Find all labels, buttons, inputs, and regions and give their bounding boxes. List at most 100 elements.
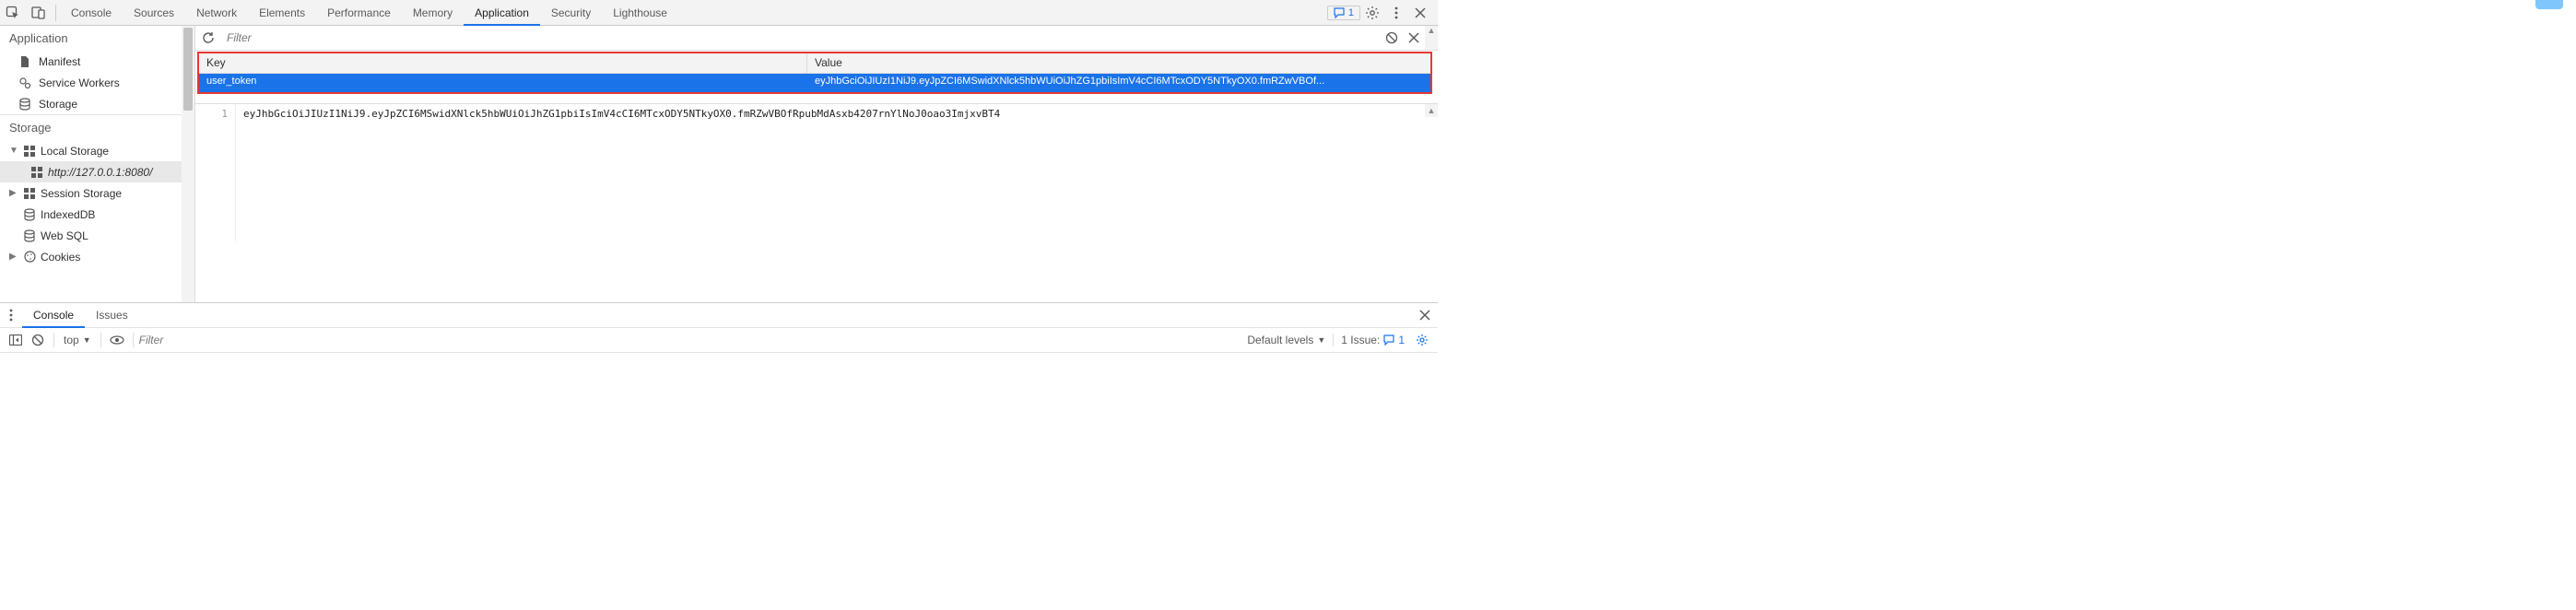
- devtools-tab-bar: Console Sources Network Elements Perform…: [0, 0, 1438, 26]
- cookie-icon: [22, 251, 37, 263]
- tab-console[interactable]: Console: [60, 0, 123, 26]
- sidebar-item-service-workers[interactable]: Service Workers: [0, 72, 194, 93]
- sidebar-section-storage: Storage: [0, 115, 194, 140]
- content-scrollbar-top[interactable]: ▲: [1425, 26, 1438, 50]
- caret-down-icon: ▼: [9, 146, 18, 156]
- execution-context-selector[interactable]: top ▼: [60, 334, 95, 346]
- divider: [100, 333, 101, 347]
- storage-toolbar: ▲: [195, 26, 1438, 51]
- log-levels-selector[interactable]: Default levels ▼: [1247, 334, 1325, 346]
- divider: [133, 333, 134, 347]
- clear-console-icon[interactable]: [28, 334, 48, 346]
- tab-lighthouse[interactable]: Lighthouse: [602, 0, 678, 26]
- console-settings-icon[interactable]: [1412, 334, 1432, 346]
- storage-row-selected[interactable]: user_token eyJhbGciOiJIUzI1NiJ9.eyJpZCI6…: [199, 74, 1430, 92]
- value-detail-view: 1 eyJhbGciOiJIUzI1NiJ9.eyJpZCI6MSwidXNlc…: [195, 103, 1438, 241]
- inspect-element-icon[interactable]: [0, 0, 26, 26]
- sidebar-scrollbar[interactable]: [182, 26, 194, 302]
- toggle-sidebar-icon[interactable]: [6, 334, 26, 346]
- message-icon: [1334, 7, 1345, 18]
- drawer-tab-issues[interactable]: Issues: [85, 303, 139, 328]
- application-sidebar: Application Manifest Service Workers Sto…: [0, 26, 195, 302]
- settings-gear-icon[interactable]: [1360, 1, 1384, 25]
- storage-table-header: Key Value: [199, 53, 1430, 74]
- close-devtools-icon[interactable]: [1408, 1, 1432, 25]
- tab-performance[interactable]: Performance: [316, 0, 402, 26]
- storage-content-pane: ▲ Key Value user_token eyJhbGciOiJIUzI1N…: [195, 26, 1438, 302]
- grid-icon: [22, 146, 37, 157]
- document-icon: [18, 55, 31, 68]
- database-icon: [22, 208, 37, 221]
- console-toolbar: top ▼ Default levels ▼ 1 Issue: 1: [0, 328, 1438, 353]
- drawer-close-icon[interactable]: [1412, 310, 1438, 321]
- sidebar-item-indexeddb[interactable]: IndexedDB: [0, 204, 194, 225]
- messages-count: 1: [1348, 7, 1354, 18]
- sidebar-item-label: Session Storage: [41, 187, 122, 200]
- more-menu-icon[interactable]: [1384, 1, 1408, 25]
- drawer-tab-bar: Console Issues: [0, 303, 1438, 328]
- tab-application[interactable]: Application: [464, 0, 540, 26]
- message-icon: [1383, 334, 1394, 346]
- sidebar-item-label: IndexedDB: [41, 208, 95, 221]
- column-header-key[interactable]: Key: [199, 53, 807, 73]
- tab-memory[interactable]: Memory: [402, 0, 464, 26]
- context-label: top: [64, 334, 79, 346]
- scrollbar-thumb[interactable]: [183, 28, 193, 111]
- messages-badge[interactable]: 1: [1327, 6, 1360, 20]
- tab-sources[interactable]: Sources: [123, 0, 185, 26]
- sidebar-item-cookies[interactable]: ▶ Cookies: [0, 246, 194, 267]
- tab-network[interactable]: Network: [185, 0, 248, 26]
- sidebar-item-label: Storage: [39, 98, 77, 111]
- sidebar-item-label: Service Workers: [39, 76, 120, 89]
- console-right-group: Default levels ▼ 1 Issue: 1: [1247, 334, 1432, 346]
- database-icon: [22, 229, 37, 242]
- sidebar-item-manifest[interactable]: Manifest: [0, 51, 194, 72]
- main-pane: Application Manifest Service Workers Sto…: [0, 26, 1438, 302]
- tab-security[interactable]: Security: [540, 0, 602, 26]
- refresh-icon[interactable]: [195, 31, 221, 44]
- gears-icon: [18, 76, 31, 89]
- drawer-tab-console[interactable]: Console: [22, 303, 85, 328]
- sidebar-item-label: Manifest: [39, 55, 80, 68]
- sidebar-item-storage[interactable]: Storage: [0, 93, 194, 114]
- sidebar-item-label: http://127.0.0.1:8080/: [48, 166, 152, 179]
- console-filter-input[interactable]: [139, 334, 1246, 346]
- storage-cell-key: user_token: [199, 74, 807, 92]
- caret-right-icon: ▶: [9, 252, 18, 262]
- caret-right-icon: ▶: [9, 188, 18, 198]
- storage-cell-value: eyJhbGciOiJIUzI1NiJ9.eyJpZCI6MSwidXNlck5…: [807, 74, 1430, 92]
- levels-label: Default levels: [1247, 334, 1313, 346]
- highlighted-region: Key Value user_token eyJhbGciOiJIUzI1NiJ…: [197, 52, 1432, 94]
- device-toolbar-icon[interactable]: [26, 0, 52, 26]
- chevron-down-icon: ▼: [1317, 335, 1325, 345]
- tab-elements[interactable]: Elements: [248, 0, 316, 26]
- grid-icon: [22, 188, 37, 199]
- clear-storage-icon[interactable]: [1381, 31, 1403, 44]
- delete-entry-icon[interactable]: [1403, 32, 1425, 43]
- grid-icon: [29, 167, 44, 178]
- sidebar-item-session-storage[interactable]: ▶ Session Storage: [0, 182, 194, 204]
- issue-count: 1: [1398, 334, 1405, 346]
- value-full-text[interactable]: eyJhbGciOiJIUzI1NiJ9.eyJpZCI6MSwidXNlck5…: [236, 104, 1438, 241]
- console-drawer: Console Issues top ▼ Default levels ▼: [0, 302, 1438, 353]
- line-number-gutter: 1: [195, 104, 236, 241]
- sidebar-item-label: Cookies: [41, 251, 80, 264]
- sidebar-item-local-storage[interactable]: ▼ Local Storage: [0, 140, 194, 161]
- column-header-value[interactable]: Value: [807, 53, 1430, 73]
- top-right-toolbar: 1: [1327, 1, 1438, 25]
- live-expression-icon[interactable]: [107, 335, 127, 345]
- database-icon: [18, 98, 31, 111]
- divider: [53, 333, 54, 347]
- sidebar-item-label: Web SQL: [41, 229, 88, 242]
- drawer-menu-icon[interactable]: [0, 303, 22, 327]
- filter-input[interactable]: [221, 27, 1381, 50]
- sidebar-item-web-sql[interactable]: Web SQL: [0, 225, 194, 246]
- sidebar-item-local-storage-origin[interactable]: http://127.0.0.1:8080/: [0, 161, 194, 182]
- translate-extension-badge: [2535, 0, 2563, 9]
- divider: [55, 5, 56, 21]
- detail-scrollbar[interactable]: ▲: [1425, 104, 1438, 117]
- issues-indicator[interactable]: 1 Issue: 1: [1333, 334, 1405, 346]
- sidebar-section-application: Application: [0, 26, 194, 51]
- chevron-down-icon: ▼: [83, 335, 91, 345]
- sidebar-item-label: Local Storage: [41, 145, 109, 158]
